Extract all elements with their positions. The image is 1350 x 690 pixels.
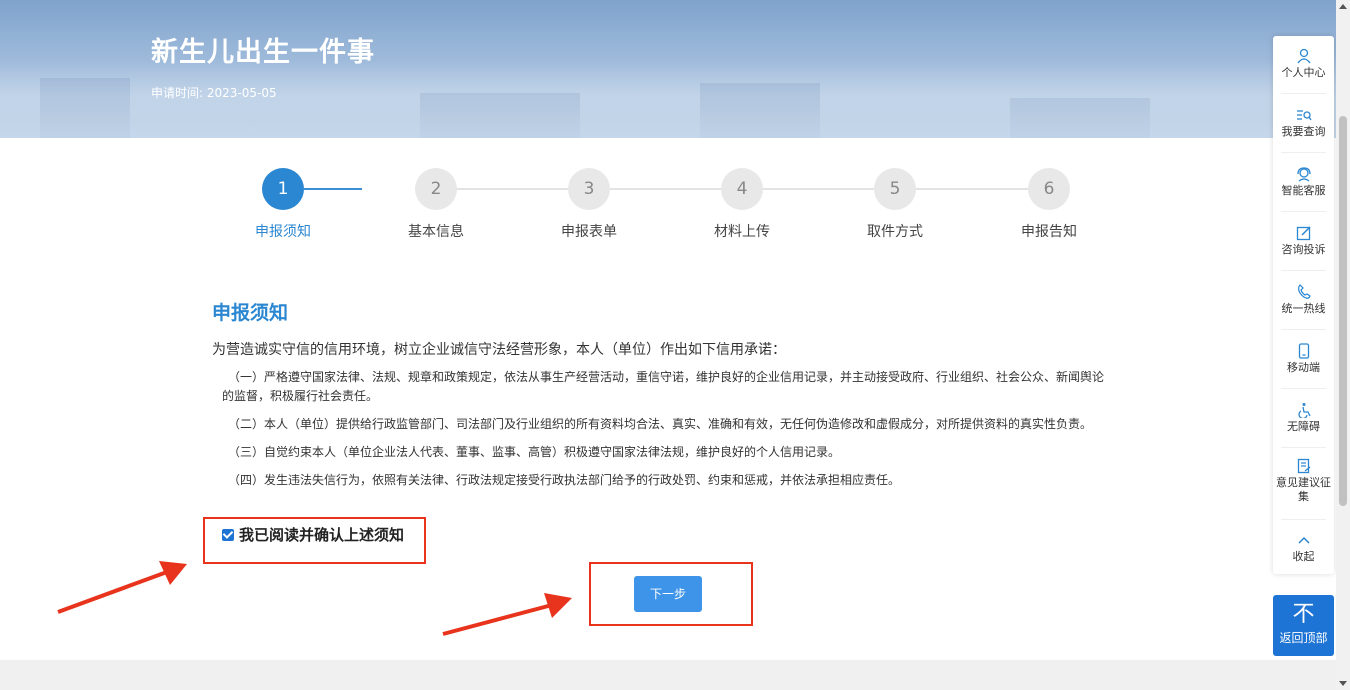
right-sidebar: 个人中心 我要查询 智能客服 咨询投诉 统一热线 移动端 无障碍 意见建议征集 … <box>1273 36 1334 574</box>
notice-section: 申报须知 为营造诚实守信的信用环境，树立企业诚信守法经营形象，本人（单位）作出如… <box>212 298 1112 490</box>
application-date: 申请时间: 2023-05-05 <box>151 86 277 100</box>
sidebar-divider <box>1281 270 1326 271</box>
next-button[interactable]: 下一步 <box>634 576 702 612</box>
notice-intro: 为营造诚实守信的信用环境，树立企业诚信守法经营形象，本人（单位）作出如下信用承诺… <box>212 342 786 358</box>
sidebar-label: 统一热线 <box>1281 302 1326 315</box>
sidebar-divider <box>1281 329 1326 330</box>
notice-item: （二）本人（单位）提供给行政监管部门、司法部门及行业组织的所有资料均合法、真实、… <box>228 417 1093 431</box>
notice-item: （三）自觉约束本人（单位企业法人代表、董事、监事、高管）积极遵守国家法律法规，维… <box>228 445 841 459</box>
step-label: 申报告知 <box>1021 224 1077 240</box>
step-number: 5 <box>874 168 916 210</box>
sidebar-label: 我要查询 <box>1281 125 1326 138</box>
step-2: 2 基本信息 <box>386 168 486 241</box>
service-icon <box>1273 164 1334 184</box>
step-4: 4 材料上传 <box>692 168 792 241</box>
mobile-icon <box>1273 341 1334 361</box>
sidebar-item-query[interactable]: 我要查询 <box>1273 105 1334 139</box>
step-1: 1 申报须知 <box>233 168 333 241</box>
step-label: 材料上传 <box>714 224 770 240</box>
notice-item: （四）发生违法失信行为，依照有关法律、行政法规定接受行政执法部门给予的行政处罚、… <box>228 473 901 487</box>
step-label: 申报须知 <box>255 224 311 240</box>
sidebar-label: 意见建议征集 <box>1276 476 1331 503</box>
annotation-arrow-icon <box>442 593 572 636</box>
step-number: 4 <box>721 168 763 210</box>
progress-steps: 1 申报须知 2 基本信息 3 申报表单 4 材料上传 5 取件方式 6 申报告… <box>240 168 1100 248</box>
page-footer <box>0 660 1336 690</box>
scroll-thumb[interactable] <box>1339 116 1347 506</box>
back-top-label: 返回顶部 <box>1279 631 1328 645</box>
person-icon <box>1273 46 1334 66</box>
page-title: 新生儿出生一件事 <box>151 37 375 68</box>
sidebar-item-mobile[interactable]: 移动端 <box>1273 341 1334 375</box>
phone-icon <box>1273 282 1334 302</box>
sidebar-label: 智能客服 <box>1281 184 1326 197</box>
sidebar-item-accessibility[interactable]: 无障碍 <box>1273 400 1334 434</box>
back-top-icon: 不 <box>1292 602 1315 627</box>
step-number: 3 <box>568 168 610 210</box>
step-5: 5 取件方式 <box>845 168 945 241</box>
sidebar-item-smart-service[interactable]: 智能客服 <box>1273 164 1334 198</box>
step-label: 取件方式 <box>867 224 923 240</box>
sidebar-item-consult-complaint[interactable]: 咨询投诉 <box>1273 223 1334 257</box>
chevron-up-icon <box>1273 530 1334 550</box>
sidebar-item-collapse[interactable]: 收起 <box>1273 530 1334 564</box>
annotation-box-agree <box>203 517 426 564</box>
scroll-up-arrow-icon[interactable] <box>1339 4 1347 9</box>
sidebar-divider <box>1281 93 1326 94</box>
search-list-icon <box>1273 105 1334 125</box>
step-6: 6 申报告知 <box>999 168 1099 241</box>
page-banner: 新生儿出生一件事 申请时间: 2023-05-05 <box>0 0 1336 138</box>
notice-title: 申报须知 <box>212 302 289 324</box>
sidebar-divider <box>1281 519 1326 520</box>
sidebar-label: 移动端 <box>1287 361 1320 374</box>
sidebar-divider <box>1281 152 1326 153</box>
accessibility-icon <box>1273 400 1334 420</box>
sidebar-divider <box>1281 388 1326 389</box>
sidebar-item-feedback[interactable]: 意见建议征集 <box>1273 456 1334 504</box>
annotation-arrow-icon <box>57 561 187 614</box>
sidebar-label: 咨询投诉 <box>1281 243 1326 256</box>
step-3: 3 申报表单 <box>539 168 639 241</box>
sidebar-label: 收起 <box>1292 550 1315 563</box>
sidebar-label: 个人中心 <box>1281 66 1326 79</box>
scroll-down-arrow-icon[interactable] <box>1339 681 1347 686</box>
vertical-scrollbar[interactable] <box>1336 0 1350 690</box>
step-label: 申报表单 <box>561 224 617 240</box>
sidebar-label: 无障碍 <box>1287 420 1320 433</box>
step-number: 2 <box>415 168 457 210</box>
sidebar-item-personal-center[interactable]: 个人中心 <box>1273 46 1334 80</box>
step-number: 6 <box>1028 168 1070 210</box>
edit-icon <box>1273 223 1334 243</box>
sidebar-divider <box>1281 447 1326 448</box>
step-number: 1 <box>262 168 304 210</box>
notice-item: （一）严格遵守国家法律、法规、规章和政策规定，依法从事生产经营活动，重信守诺，维… <box>222 370 1105 403</box>
sidebar-divider <box>1281 211 1326 212</box>
step-label: 基本信息 <box>408 224 464 240</box>
sidebar-item-hotline[interactable]: 统一热线 <box>1273 282 1334 316</box>
feedback-icon <box>1273 456 1334 476</box>
back-to-top-button[interactable]: 不 返回顶部 <box>1273 595 1334 656</box>
